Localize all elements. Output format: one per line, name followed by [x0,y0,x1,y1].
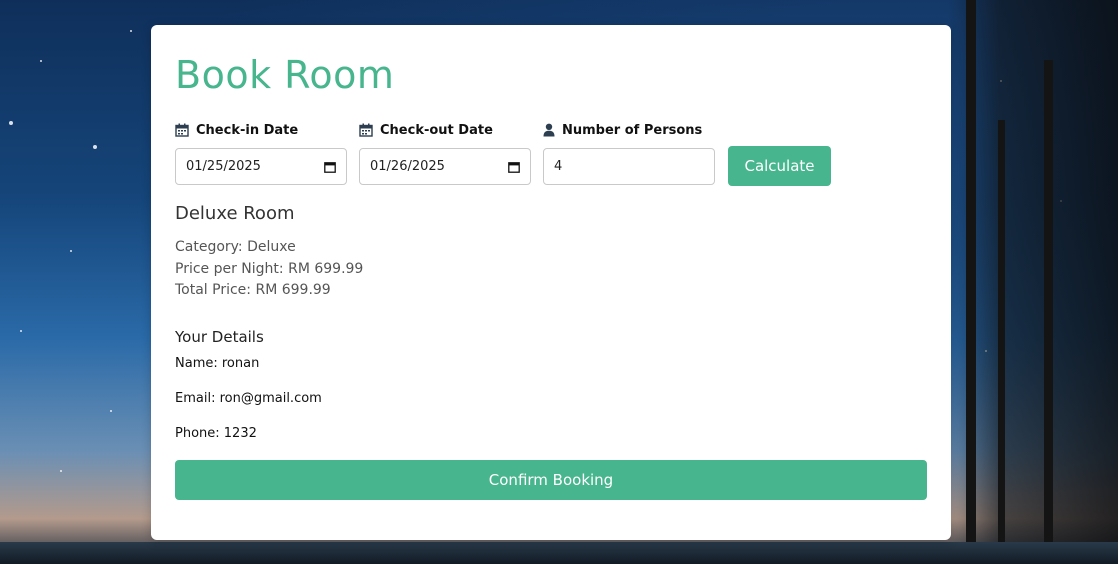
page-title: Book Room [175,53,395,97]
calendar-picker-icon[interactable] [508,161,520,173]
detail-name: Name: ronan [175,356,260,371]
checkin-label-row: Check-in Date [175,121,347,139]
room-price-per-night: Price per Night: RM 699.99 [175,261,364,277]
confirm-booking-button[interactable]: Confirm Booking [175,460,927,500]
persons-field: Number of Persons 4 [543,121,715,185]
persons-input[interactable]: 4 [543,148,715,185]
persons-label: Number of Persons [562,122,703,138]
calendar-icon [359,123,373,137]
persons-label-row: Number of Persons [543,121,715,139]
checkin-field: Check-in Date 01/25/2025 [175,121,347,185]
checkout-date-input[interactable]: 01/26/2025 [359,148,531,185]
detail-email: Email: ron@gmail.com [175,391,322,406]
room-category: Category: Deluxe [175,239,296,255]
calendar-icon [175,123,189,137]
your-details-heading: Your Details [175,328,264,346]
persons-value: 4 [554,159,563,174]
room-name: Deluxe Room [175,203,295,224]
sea-horizon [0,542,1118,564]
checkin-label: Check-in Date [196,122,299,138]
booking-card: Book Room Check-in Date 01/25/2025 Check… [151,25,951,540]
checkout-value: 01/26/2025 [370,159,445,174]
checkout-field: Check-out Date 01/26/2025 [359,121,531,185]
room-total-price: Total Price: RM 699.99 [175,282,331,298]
checkin-value: 01/25/2025 [186,159,261,174]
detail-phone: Phone: 1232 [175,426,257,441]
checkout-label: Check-out Date [380,122,493,138]
user-icon [543,123,555,137]
tree-silhouette [948,0,1118,564]
calendar-picker-icon[interactable] [324,161,336,173]
calculate-button[interactable]: Calculate [728,146,831,186]
checkin-date-input[interactable]: 01/25/2025 [175,148,347,185]
checkout-label-row: Check-out Date [359,121,531,139]
